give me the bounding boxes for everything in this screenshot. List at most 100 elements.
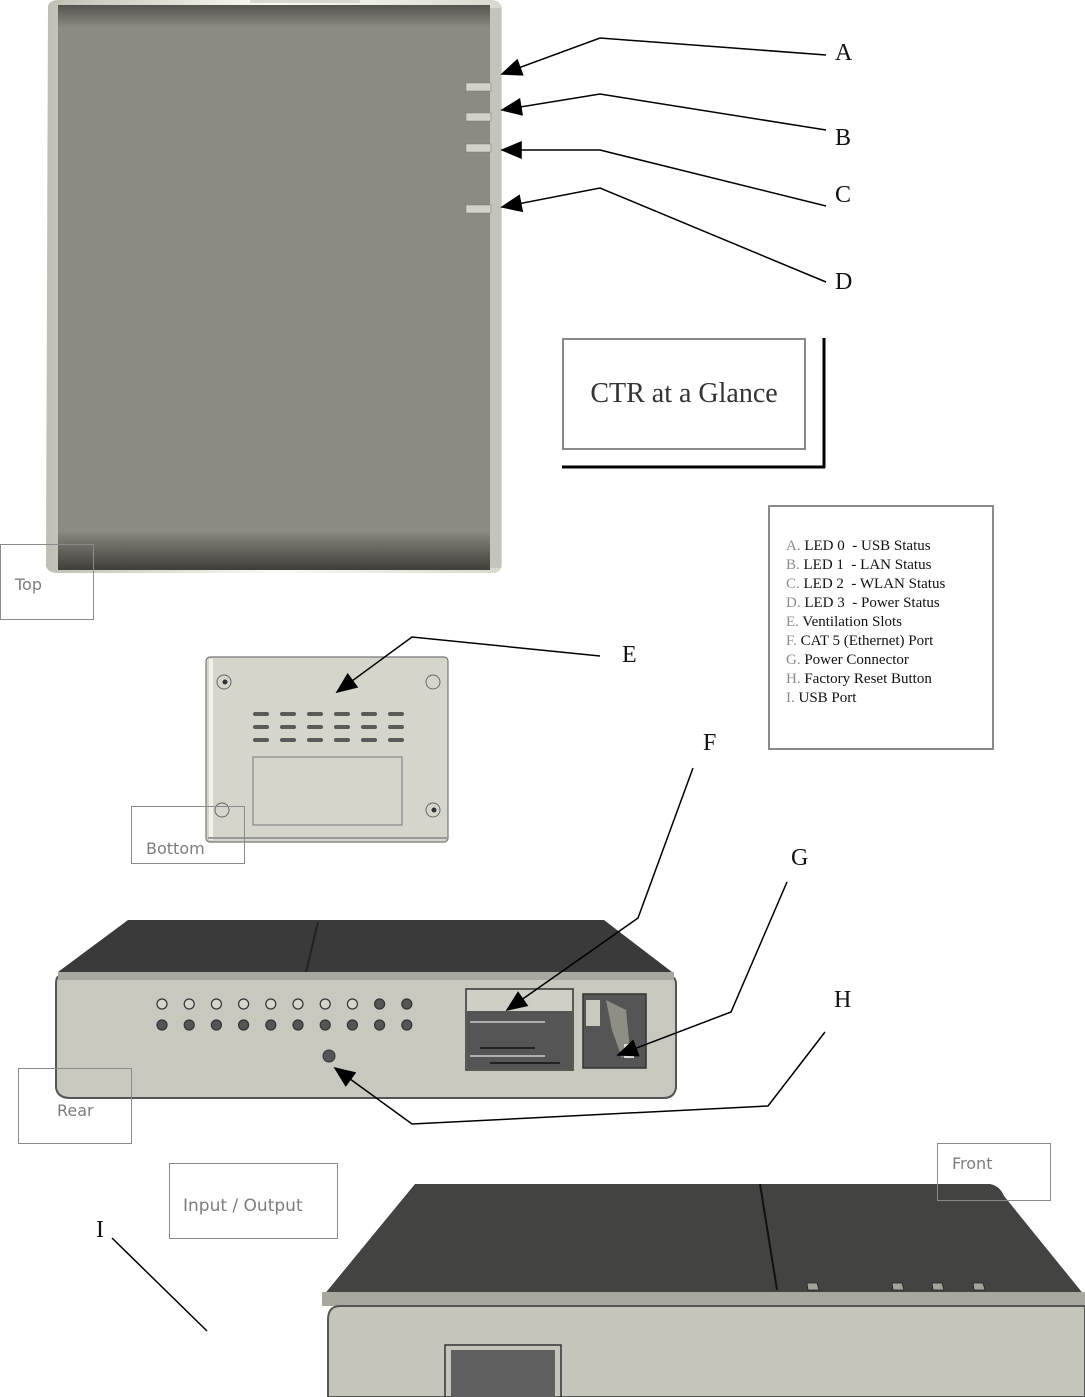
vent-hole: [210, 1019, 222, 1031]
vent-hole: [238, 1019, 250, 1031]
callout-b: B: [835, 125, 852, 151]
vent-hole: [401, 998, 413, 1010]
vent-slot: [280, 738, 296, 742]
legend-text: USB Port: [794, 690, 857, 706]
callout-f: F: [703, 730, 717, 756]
led-3: [465, 204, 492, 214]
front-led-window: [931, 1282, 945, 1291]
vent-hole: [238, 998, 250, 1010]
rear-view-device: [55, 920, 677, 1099]
vent-hole: [374, 998, 386, 1010]
callout-h: H: [834, 987, 852, 1013]
title-box: CTR at a Glance: [562, 338, 806, 450]
vent-slot: [361, 712, 377, 716]
vent-hole: [156, 1019, 168, 1031]
legend-text: LED 1 - LAN Status: [799, 557, 932, 573]
vent-hole: [292, 998, 304, 1010]
legend-key: B.: [786, 557, 800, 573]
vent-slot: [361, 725, 377, 729]
legend-item: E. Ventilation Slots: [786, 613, 945, 632]
leader-line-a: [500, 37, 827, 76]
vent-slot: [253, 725, 269, 729]
view-label-front: Front: [952, 1154, 993, 1173]
callout-a: A: [835, 40, 853, 66]
reset-button: [322, 1049, 336, 1063]
led-0: [465, 82, 492, 92]
legend-item: C. LED 2 - WLAN Status: [786, 575, 945, 594]
legend-list: A. LED 0 - USB Status B. LED 1 - LAN Stat…: [786, 537, 945, 708]
legend-item: H. Factory Reset Button: [786, 670, 945, 689]
vent-hole: [319, 998, 331, 1010]
front-view-face: [327, 1305, 1085, 1397]
vent-hole: [265, 998, 277, 1010]
legend-text: LED 2 - WLAN Status: [799, 576, 946, 592]
vent-hole: [183, 998, 195, 1010]
view-label-box-bottom: Bottom: [131, 806, 245, 864]
callout-d: D: [835, 269, 853, 295]
legend-text: Ventilation Slots: [798, 614, 902, 630]
legend-item: A. LED 0 - USB Status: [786, 537, 945, 556]
legend-text: LED 3 - Power Status: [800, 595, 940, 611]
legend-text: Factory Reset Button: [800, 671, 932, 687]
vent-hole: [210, 998, 222, 1010]
vent-slot: [307, 725, 323, 729]
legend-text: CAT 5 (Ethernet) Port: [796, 633, 934, 649]
top-view-device: [46, 0, 502, 573]
vent-slot: [334, 712, 350, 716]
view-label-box-front: Front: [937, 1143, 1051, 1201]
vent-slot: [388, 712, 404, 716]
front-view-device: [322, 1183, 1085, 1397]
vent-hole: [401, 1019, 413, 1031]
vent-hole: [346, 998, 358, 1010]
leader-line-b: [500, 93, 827, 131]
legend-item: F. CAT 5 (Ethernet) Port: [786, 632, 945, 651]
vent-slot: [361, 738, 377, 742]
legend-key: I.: [786, 690, 795, 706]
top-view-panel: [58, 5, 490, 570]
legend-key: A.: [786, 538, 801, 554]
legend-item: B. LED 1 - LAN Status: [786, 556, 945, 575]
leader-lines-leds: [500, 37, 827, 283]
vent-slot: [253, 712, 269, 716]
top-view-right-edge: [490, 8, 501, 568]
page-title: CTR at a Glance: [590, 378, 778, 409]
legend-text: LED 0 - USB Status: [800, 538, 931, 554]
vent-hole: [292, 1019, 304, 1031]
front-led-window: [891, 1282, 905, 1291]
view-label-box-top: Top: [0, 544, 94, 620]
leader-line-i: [111, 1237, 208, 1332]
view-label-io: Input / Output: [183, 1196, 303, 1216]
vent-slot: [334, 725, 350, 729]
vent-slot: [388, 725, 404, 729]
legend-key: C.: [786, 576, 800, 592]
legend-key: H.: [786, 671, 801, 687]
callout-i: I: [96, 1217, 104, 1243]
callout-c: C: [835, 182, 852, 208]
vent-hole: [374, 1019, 386, 1031]
power-connector: [582, 993, 647, 1069]
vent-slot: [388, 738, 404, 742]
led-2: [465, 143, 492, 153]
legend-item: I. USB Port: [786, 689, 945, 708]
vent-hole: [319, 1019, 331, 1031]
vent-slot: [307, 738, 323, 742]
vent-hole: [265, 1019, 277, 1031]
vent-hole: [346, 1019, 358, 1031]
front-led-window: [972, 1282, 986, 1291]
view-label-box-rear: Rear: [18, 1068, 132, 1144]
vent-hole: [183, 1019, 195, 1031]
leader-line-d: [500, 187, 827, 283]
rear-view-top-surface: [58, 920, 672, 972]
callout-g: G: [791, 845, 809, 871]
vent-slot: [334, 738, 350, 742]
led-1: [465, 112, 492, 122]
view-label-top: Top: [15, 575, 42, 594]
vent-hole: [156, 998, 168, 1010]
front-led-window: [806, 1282, 820, 1291]
legend-text: Power Connector: [800, 652, 909, 668]
legend-key: E.: [786, 614, 799, 630]
legend-key: F.: [786, 633, 797, 649]
callout-e: E: [622, 642, 637, 668]
vent-slot: [307, 712, 323, 716]
legend-item: D. LED 3 - Power Status: [786, 594, 945, 613]
